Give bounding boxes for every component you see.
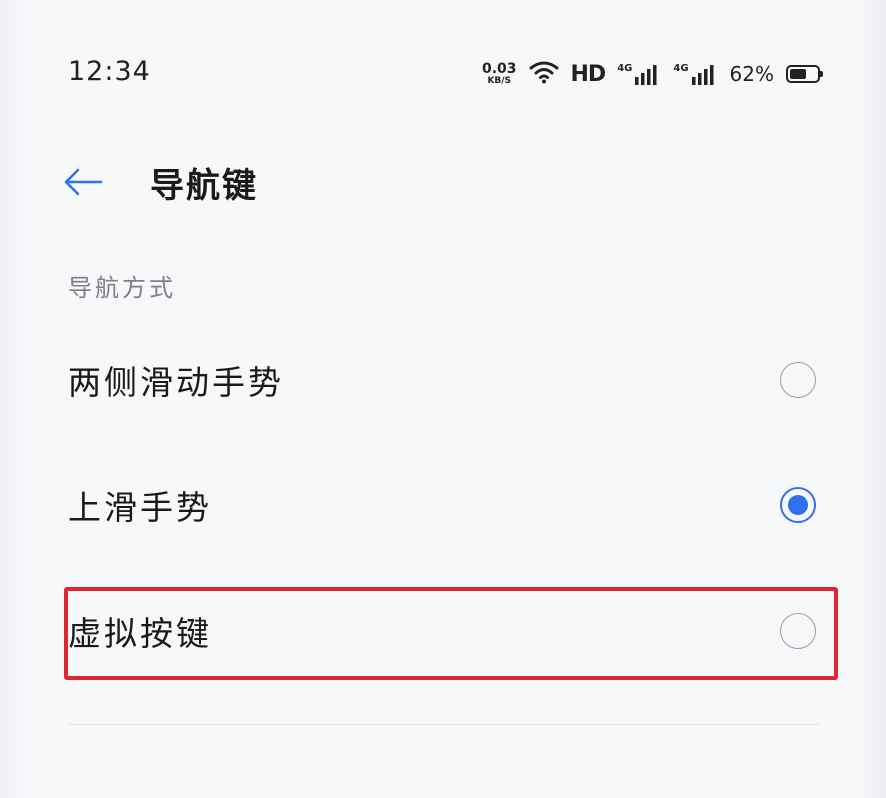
option-label: 两侧滑动手势: [68, 363, 284, 402]
battery-fill: [790, 69, 806, 79]
option-label: 上滑手势: [68, 488, 212, 527]
hd-voice-indicator: HD: [570, 61, 607, 87]
radio-button-selected[interactable]: [780, 487, 816, 523]
battery-icon: [786, 65, 823, 83]
cellular-generation-2: 4G: [673, 63, 689, 74]
option-virtual-keys[interactable]: 虚拟按键: [68, 586, 820, 676]
back-button[interactable]: [58, 160, 108, 204]
page-header: 导航键: [0, 150, 886, 214]
option-swipe-up-gesture[interactable]: 上滑手势: [68, 460, 820, 550]
signal-bars-icon: [635, 65, 657, 85]
radio-button[interactable]: [780, 362, 816, 398]
status-time: 12:34: [68, 56, 151, 87]
arrow-left-icon: [64, 168, 103, 196]
battery-percent: 62%: [729, 62, 774, 86]
page-title: 导航键: [150, 166, 258, 206]
status-indicators: 0.03 KB/S HD 4G 4G 62%: [482, 56, 823, 92]
wifi-icon: [529, 60, 559, 88]
divider: [68, 724, 820, 725]
network-speed-value: 0.03: [481, 61, 517, 77]
status-bar: 12:34 0.03 KB/S HD 4G 4G 62%: [0, 52, 886, 96]
section-label: 导航方式: [68, 274, 176, 302]
option-label: 虚拟按键: [68, 614, 212, 653]
cellular-generation-1: 4G: [617, 63, 633, 74]
radio-button[interactable]: [780, 613, 816, 649]
network-speed: 0.03 KB/S: [482, 62, 517, 86]
option-side-swipe-gesture[interactable]: 两侧滑动手势: [68, 335, 820, 425]
settings-screen: 12:34 0.03 KB/S HD 4G 4G 62% 导航键 导航方式 两侧…: [0, 0, 886, 798]
signal-bars-icon: [691, 65, 714, 85]
battery-terminal: [820, 71, 823, 77]
network-speed-unit: KB/S: [487, 76, 512, 86]
cellular-signal-2: 4G: [673, 63, 717, 85]
radio-selected-dot: [788, 495, 808, 515]
cellular-signal-1: 4G: [617, 63, 661, 85]
